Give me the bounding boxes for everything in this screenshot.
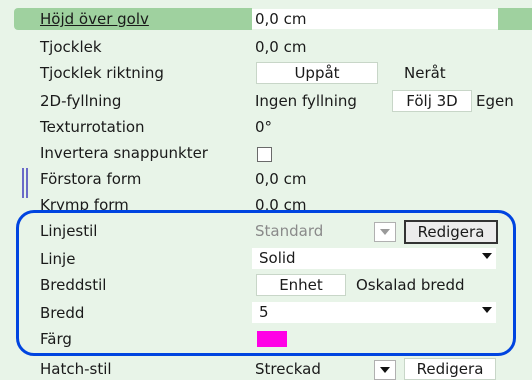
label-2d-fyllning: 2D-fyllning xyxy=(40,92,122,110)
folj-3d-button[interactable]: Följ 3D xyxy=(392,90,472,112)
label-texturrotation: Texturrotation xyxy=(40,118,145,136)
row-2d-fyllning[interactable]: 2D-fyllning Ingen fyllning Följ 3D Egen xyxy=(0,88,532,114)
row-forstora-form[interactable]: Förstora form 0,0 cm xyxy=(0,166,532,198)
row-invertera-snappunkter[interactable]: Invertera snappunkter xyxy=(0,140,532,166)
redigera-hatch-stil-button[interactable]: Redigera xyxy=(404,358,496,380)
row-texturrotation[interactable]: Texturrotation 0° xyxy=(0,114,532,140)
invertera-checkbox[interactable] xyxy=(257,147,272,162)
annotation-highlight-oval xyxy=(16,210,516,356)
chevron-down-icon xyxy=(380,367,390,373)
row-tjocklek[interactable]: Tjocklek 0,0 cm xyxy=(0,34,532,60)
row-tjocklek-riktning[interactable]: Tjocklek riktning Uppåt Neråt xyxy=(0,60,532,86)
ingen-fyllning-button[interactable]: Ingen fyllning xyxy=(255,90,357,112)
label-invertera-snappunkter: Invertera snappunkter xyxy=(40,144,208,162)
label-forstora-form: Förstora form xyxy=(40,170,142,188)
row-hojd-over-golv[interactable]: Höjd över golv 0,0 cm xyxy=(0,6,532,32)
label-tjocklek: Tjocklek xyxy=(40,38,102,56)
egen-button[interactable]: Egen xyxy=(476,90,514,112)
hatch-stil-dropdown[interactable] xyxy=(374,360,396,380)
label-hatch-stil: Hatch-stil xyxy=(40,360,112,378)
texturrotation-value: 0° xyxy=(255,118,273,136)
label-tjocklek-riktning: Tjocklek riktning xyxy=(40,64,164,82)
label-hojd-over-golv: Höjd över golv xyxy=(40,10,149,28)
properties-panel: Höjd över golv 0,0 cm Tjocklek 0,0 cm Tj… xyxy=(0,0,532,380)
hojd-value: 0,0 cm xyxy=(255,10,307,28)
row-hatch-stil[interactable]: Hatch-stil Streckad Redigera xyxy=(0,356,532,382)
hatch-stil-value: Streckad xyxy=(255,360,321,378)
row-highlight-left xyxy=(14,8,22,30)
row-highlight-right xyxy=(498,8,532,30)
uppat-button[interactable]: Uppåt xyxy=(256,62,378,84)
tjocklek-value: 0,0 cm xyxy=(255,38,307,56)
forstora-value: 0,0 cm xyxy=(255,170,307,188)
neraat-button[interactable]: Neråt xyxy=(404,62,446,84)
